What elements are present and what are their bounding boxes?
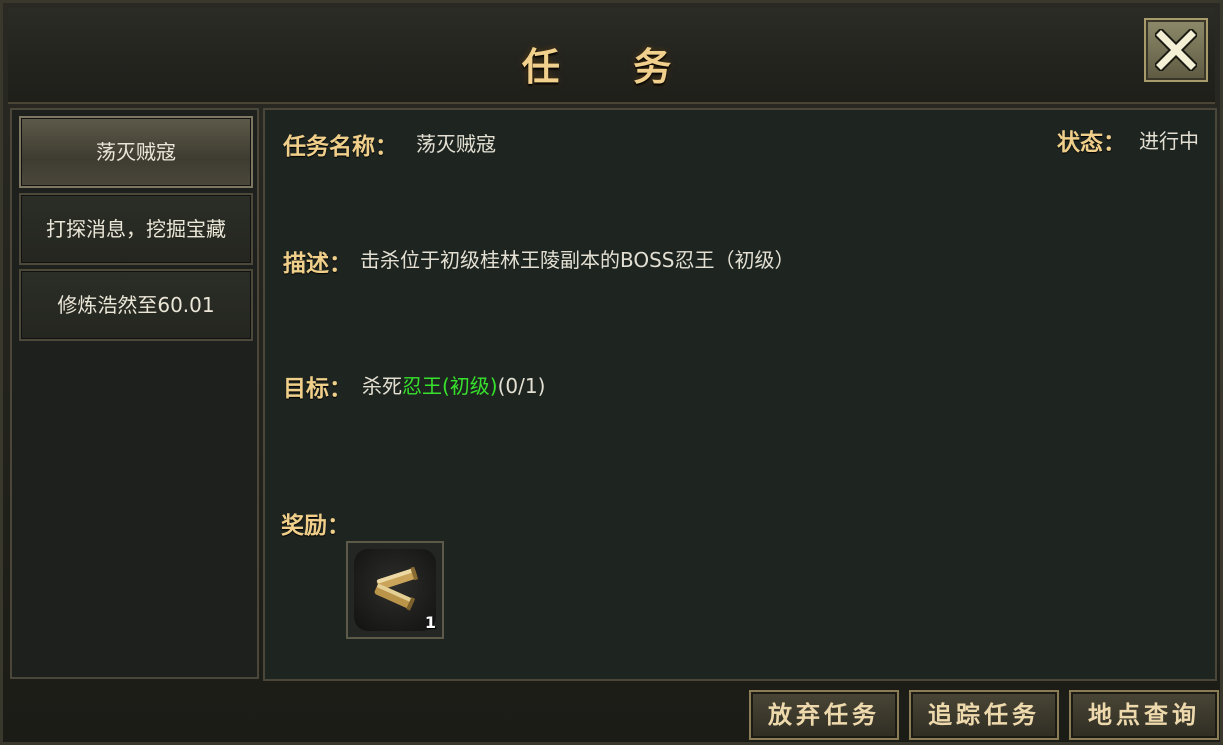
quest-list-item[interactable]: 荡灭贼寇 xyxy=(19,116,253,188)
target-monster-link[interactable]: 忍王(初级) xyxy=(402,374,498,398)
reward-count: 1 xyxy=(424,613,436,632)
target-prefix: 杀死 xyxy=(362,374,402,398)
status-value: 进行中 xyxy=(1139,129,1199,153)
quest-name-value: 荡灭贼寇 xyxy=(416,132,496,156)
target-label: 目标： xyxy=(283,376,352,402)
description-value: 击杀位于初级桂林王陵副本的BOSS忍王（初级） xyxy=(360,248,795,272)
close-icon xyxy=(1155,29,1197,71)
target-progress: (0/1) xyxy=(497,374,546,398)
abandon-quest-button[interactable]: 放弃任务 xyxy=(749,690,899,740)
bullet-shells-icon xyxy=(354,549,436,631)
target-value: 杀死忍王(初级)(0/1) xyxy=(362,370,545,399)
quest-name-label: 任务名称： xyxy=(283,134,398,160)
quest-list-item[interactable]: 打探消息，挖掘宝藏 xyxy=(19,193,253,265)
status-label: 状态： xyxy=(1057,130,1126,156)
quest-list: 荡灭贼寇 打探消息，挖掘宝藏 修炼浩然至60.01 xyxy=(10,108,259,679)
description-label: 描述： xyxy=(283,251,352,277)
reward-slot[interactable]: 1 xyxy=(346,541,444,639)
window-title: 任 务 xyxy=(521,44,702,89)
location-query-button[interactable]: 地点查询 xyxy=(1069,690,1219,740)
reward-label: 奖励： xyxy=(281,513,350,539)
track-quest-button[interactable]: 追踪任务 xyxy=(909,690,1059,740)
close-button[interactable] xyxy=(1144,18,1208,82)
quest-list-item[interactable]: 修炼浩然至60.01 xyxy=(19,269,253,341)
